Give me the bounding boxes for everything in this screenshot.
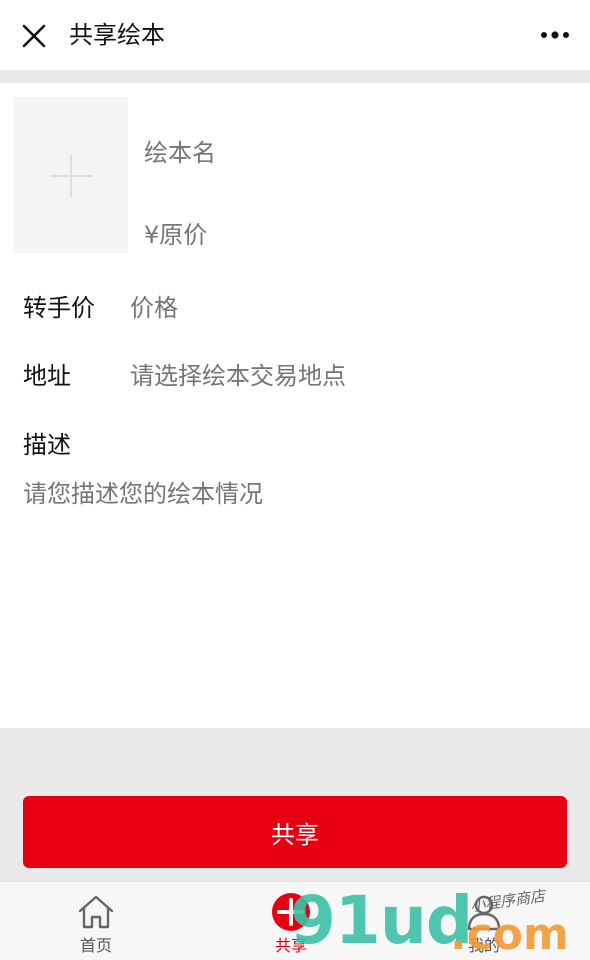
share-button[interactable]: 共享	[23, 796, 567, 868]
add-circle-icon	[272, 893, 310, 931]
more-dots-icon[interactable]	[540, 24, 570, 46]
tab-label-share: 共享	[274, 936, 307, 955]
resale-price-input[interactable]	[130, 292, 570, 324]
page-title: 共享绘本	[69, 21, 165, 49]
navigation-bar: 共享绘本	[0, 0, 590, 70]
close-icon[interactable]	[20, 22, 48, 50]
home-icon	[78, 895, 114, 929]
resale-price-label: 转手价	[23, 294, 95, 322]
cover-image-upload[interactable]	[14, 97, 128, 253]
original-price-input[interactable]	[144, 221, 544, 249]
share-book-form: 转手价 地址 描述	[0, 83, 590, 728]
tab-mine[interactable]: 我的	[434, 882, 534, 960]
book-name-input[interactable]	[144, 139, 544, 167]
plus-icon	[50, 155, 92, 197]
tab-label-mine: 我的	[467, 936, 500, 955]
tab-label-home: 首页	[79, 936, 112, 955]
section-divider	[0, 70, 590, 83]
user-icon	[467, 895, 501, 931]
address-label: 地址	[23, 362, 71, 390]
tab-home[interactable]: 首页	[46, 882, 146, 960]
address-picker[interactable]	[130, 360, 570, 392]
tab-share[interactable]: 共享	[241, 882, 341, 960]
description-label: 描述	[23, 431, 71, 459]
description-textarea[interactable]	[23, 478, 568, 678]
tab-bar: 首页 共享 我的	[0, 881, 590, 960]
